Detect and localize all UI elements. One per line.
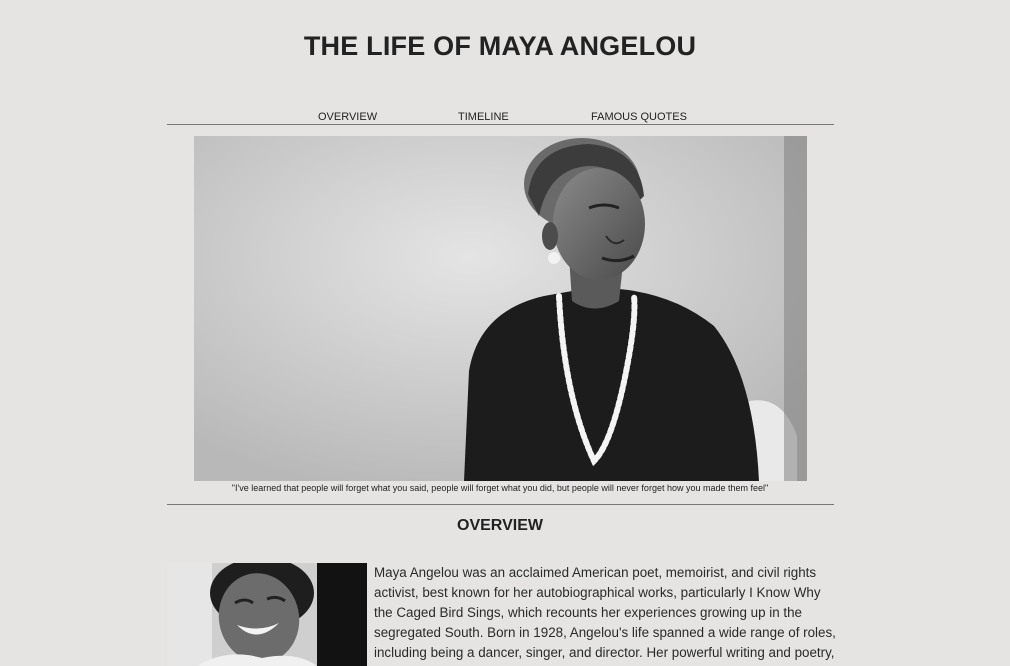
hero-image — [194, 136, 807, 481]
nav-overview-link[interactable]: OVERVIEW — [318, 111, 377, 123]
hero-photo-illustration — [194, 136, 807, 481]
main-nav: OVERVIEW TIMELINE FAMOUS QUOTES — [167, 111, 834, 125]
hero-caption: "I've learned that people will forget wh… — [231, 483, 769, 493]
page-title: THE LIFE OF MAYA ANGELOU — [303, 31, 697, 61]
overview-photo-illustration — [167, 563, 367, 666]
overview-heading: OVERVIEW — [457, 517, 543, 534]
nav-famous-quotes-link[interactable]: FAMOUS QUOTES — [591, 111, 687, 123]
overview-portrait-image — [167, 563, 367, 666]
section-divider — [167, 504, 834, 505]
overview-paragraph: Maya Angelou was an acclaimed American p… — [374, 565, 836, 660]
nav-timeline-link[interactable]: TIMELINE — [458, 111, 509, 123]
